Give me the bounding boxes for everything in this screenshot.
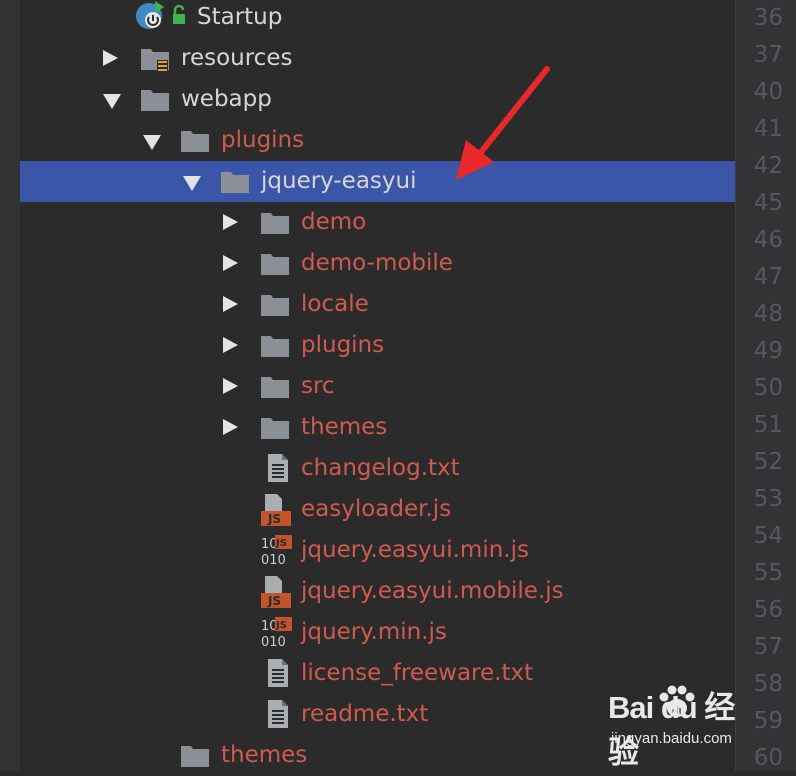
tree-row-label: resources	[181, 45, 293, 71]
line-number: 56	[753, 597, 783, 623]
line-number: 45	[753, 190, 783, 216]
folder-icon	[220, 169, 250, 195]
line-number: 52	[753, 449, 783, 475]
tree-row-label: Startup	[197, 4, 283, 30]
folder-icon	[260, 292, 290, 318]
folder-icon	[260, 210, 290, 236]
line-number: 51	[753, 412, 783, 438]
tree-row-label: demo-mobile	[301, 250, 453, 276]
project-tree[interactable]: Startup resources webapp plugins jquery-easy…	[20, 0, 735, 770]
minified-js-file-icon: 10 010 JS	[260, 534, 292, 568]
tree-row-label: plugins	[301, 332, 385, 358]
collapse-arrow-icon[interactable]	[143, 135, 161, 150]
svg-text:JS: JS	[275, 620, 287, 631]
tree-row-label: demo	[301, 209, 367, 235]
line-number: 53	[753, 486, 783, 512]
collapse-arrow-icon[interactable]	[183, 176, 201, 191]
watermark-title: Bai du 经验	[608, 690, 735, 770]
line-number: 40	[753, 79, 783, 105]
line-number: 60	[753, 745, 783, 771]
expand-arrow-icon[interactable]	[103, 50, 118, 66]
tree-row[interactable]: resources	[20, 38, 735, 79]
tree-row-label: plugins	[221, 127, 305, 153]
tree-row-label: webapp	[181, 86, 272, 112]
left-edge	[0, 0, 20, 770]
folder-icon	[260, 374, 290, 400]
tree-row[interactable]: locale	[20, 284, 735, 325]
line-number: 49	[753, 338, 783, 364]
expand-arrow-icon[interactable]	[223, 378, 238, 394]
tree-row[interactable]: Startup	[20, 0, 735, 38]
minified-js-file-icon: 10 010 JS	[260, 616, 292, 650]
line-number: 47	[753, 264, 783, 290]
folder-icon	[180, 743, 210, 769]
tree-row-label: license_freeware.txt	[301, 660, 534, 686]
line-number: 50	[753, 375, 783, 401]
line-number: 57	[753, 634, 783, 660]
folder-icon	[260, 251, 290, 277]
resources-folder-icon	[140, 46, 170, 72]
line-number: 48	[753, 301, 783, 327]
line-number: 46	[753, 227, 783, 253]
tree-row[interactable]: JS easyloader.js	[20, 489, 735, 530]
tree-row-label: themes	[301, 414, 388, 440]
watermark-subtitle: jingyan.baidu.com	[611, 730, 732, 747]
tree-row-label: jquery.easyui.min.js	[301, 537, 529, 563]
tree-row-label: jquery.easyui.mobile.js	[301, 578, 564, 604]
line-number: 54	[753, 523, 783, 549]
tree-row-label: changelog.txt	[301, 455, 460, 481]
line-number: 42	[753, 153, 783, 179]
collapse-arrow-icon[interactable]	[103, 94, 121, 109]
tree-row[interactable]: webapp	[20, 79, 735, 120]
tree-row[interactable]: themes	[20, 407, 735, 448]
baidu-watermark: du Bai du 经验 jingyan.baidu.com	[608, 682, 758, 770]
tree-row[interactable]: jquery-easyui	[20, 161, 735, 202]
expand-arrow-icon[interactable]	[223, 214, 238, 230]
text-file-icon	[265, 658, 295, 687]
tree-row[interactable]: JS jquery.easyui.mobile.js	[20, 571, 735, 612]
expand-arrow-icon[interactable]	[223, 255, 238, 271]
svg-text:JS: JS	[275, 538, 287, 549]
svg-text:010: 010	[261, 553, 286, 568]
tree-row-label: locale	[301, 291, 369, 317]
tree-row[interactable]: demo-mobile	[20, 243, 735, 284]
tree-row-label: src	[301, 373, 335, 399]
tree-row-label: themes	[221, 742, 308, 768]
svg-text:010: 010	[261, 635, 286, 650]
line-number: 55	[753, 560, 783, 586]
line-number-gutter: 36 37 40 41 42 45 46 47 48 49 50 51 52 53 54 55 56 57 58 59…	[735, 0, 796, 771]
line-number: 36	[753, 5, 783, 31]
line-number: 37	[753, 42, 783, 68]
tree-row-label: readme.txt	[301, 701, 429, 727]
red-arrow-annotation	[456, 66, 550, 180]
line-number: 59	[753, 708, 783, 734]
run-config-icon	[135, 0, 191, 29]
tree-row[interactable]: src	[20, 366, 735, 407]
tree-row[interactable]: 10 010 JS jquery.easyui.min.js	[20, 530, 735, 571]
text-file-icon	[265, 699, 295, 728]
folder-icon	[140, 87, 170, 113]
tree-row-label: jquery-easyui	[261, 168, 417, 194]
folder-icon	[260, 333, 290, 359]
tree-row[interactable]: demo	[20, 202, 735, 243]
expand-arrow-icon[interactable]	[223, 337, 238, 353]
expand-arrow-icon[interactable]	[223, 419, 238, 435]
line-number: 58	[753, 671, 783, 697]
svg-text:JS: JS	[267, 512, 281, 526]
line-number: 41	[753, 116, 783, 142]
tree-row-label: easyloader.js	[301, 496, 452, 522]
js-file-icon: JS	[260, 575, 291, 608]
expand-arrow-icon[interactable]	[223, 296, 238, 312]
text-file-icon	[265, 453, 295, 482]
tree-row[interactable]: plugins	[20, 120, 735, 161]
folder-icon	[260, 415, 290, 441]
tree-row[interactable]: 10 010 JS jquery.min.js	[20, 612, 735, 653]
tree-row-label: jquery.min.js	[301, 619, 447, 645]
tree-row[interactable]: plugins	[20, 325, 735, 366]
js-file-icon: JS	[260, 493, 291, 526]
tree-row[interactable]: changelog.txt	[20, 448, 735, 489]
svg-text:JS: JS	[267, 594, 281, 608]
folder-icon	[180, 128, 210, 154]
